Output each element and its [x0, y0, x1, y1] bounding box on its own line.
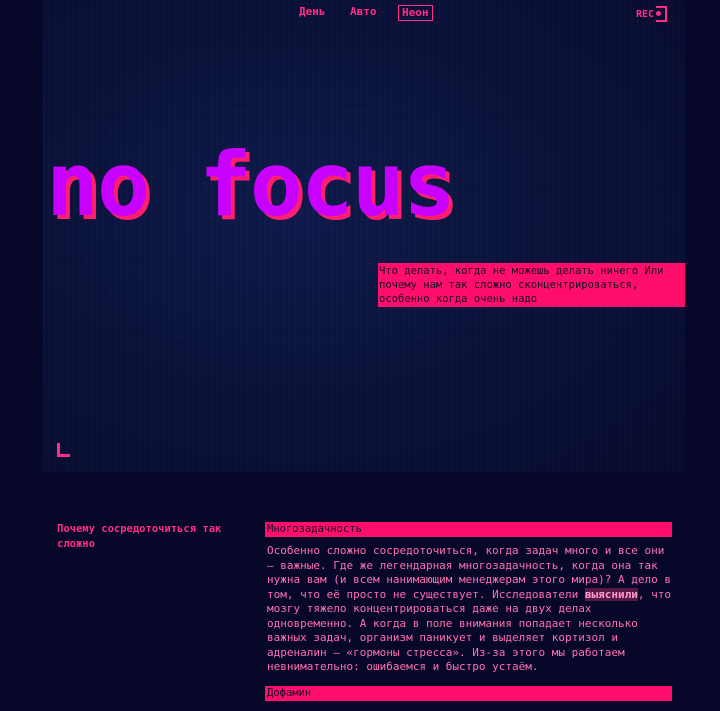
rec-icon [656, 6, 668, 22]
section-heading-multitasking: Многозадачность [265, 522, 672, 537]
rec-label: REC [636, 8, 655, 20]
page-title: no focus [46, 133, 456, 236]
section-body-multitasking: Особенно сложно сосредоточиться, когда з… [267, 544, 675, 675]
rec-indicator[interactable]: REC [636, 6, 668, 22]
research-link[interactable]: выяснили [584, 587, 638, 601]
corner-bracket-icon [57, 443, 70, 457]
theme-nav: День Авто Неон [0, 5, 720, 23]
nav-item-neon[interactable]: Неон [398, 5, 433, 21]
nav-item-auto[interactable]: Авто [347, 5, 380, 19]
section-heading-dopamine: Дофамин [265, 686, 672, 701]
article-side-title: Почему сосредоточиться так сложно [57, 523, 222, 550]
hero-subtitle: Что делать, когда не можешь делать ничег… [378, 263, 685, 307]
nav-item-day[interactable]: День [296, 5, 329, 19]
